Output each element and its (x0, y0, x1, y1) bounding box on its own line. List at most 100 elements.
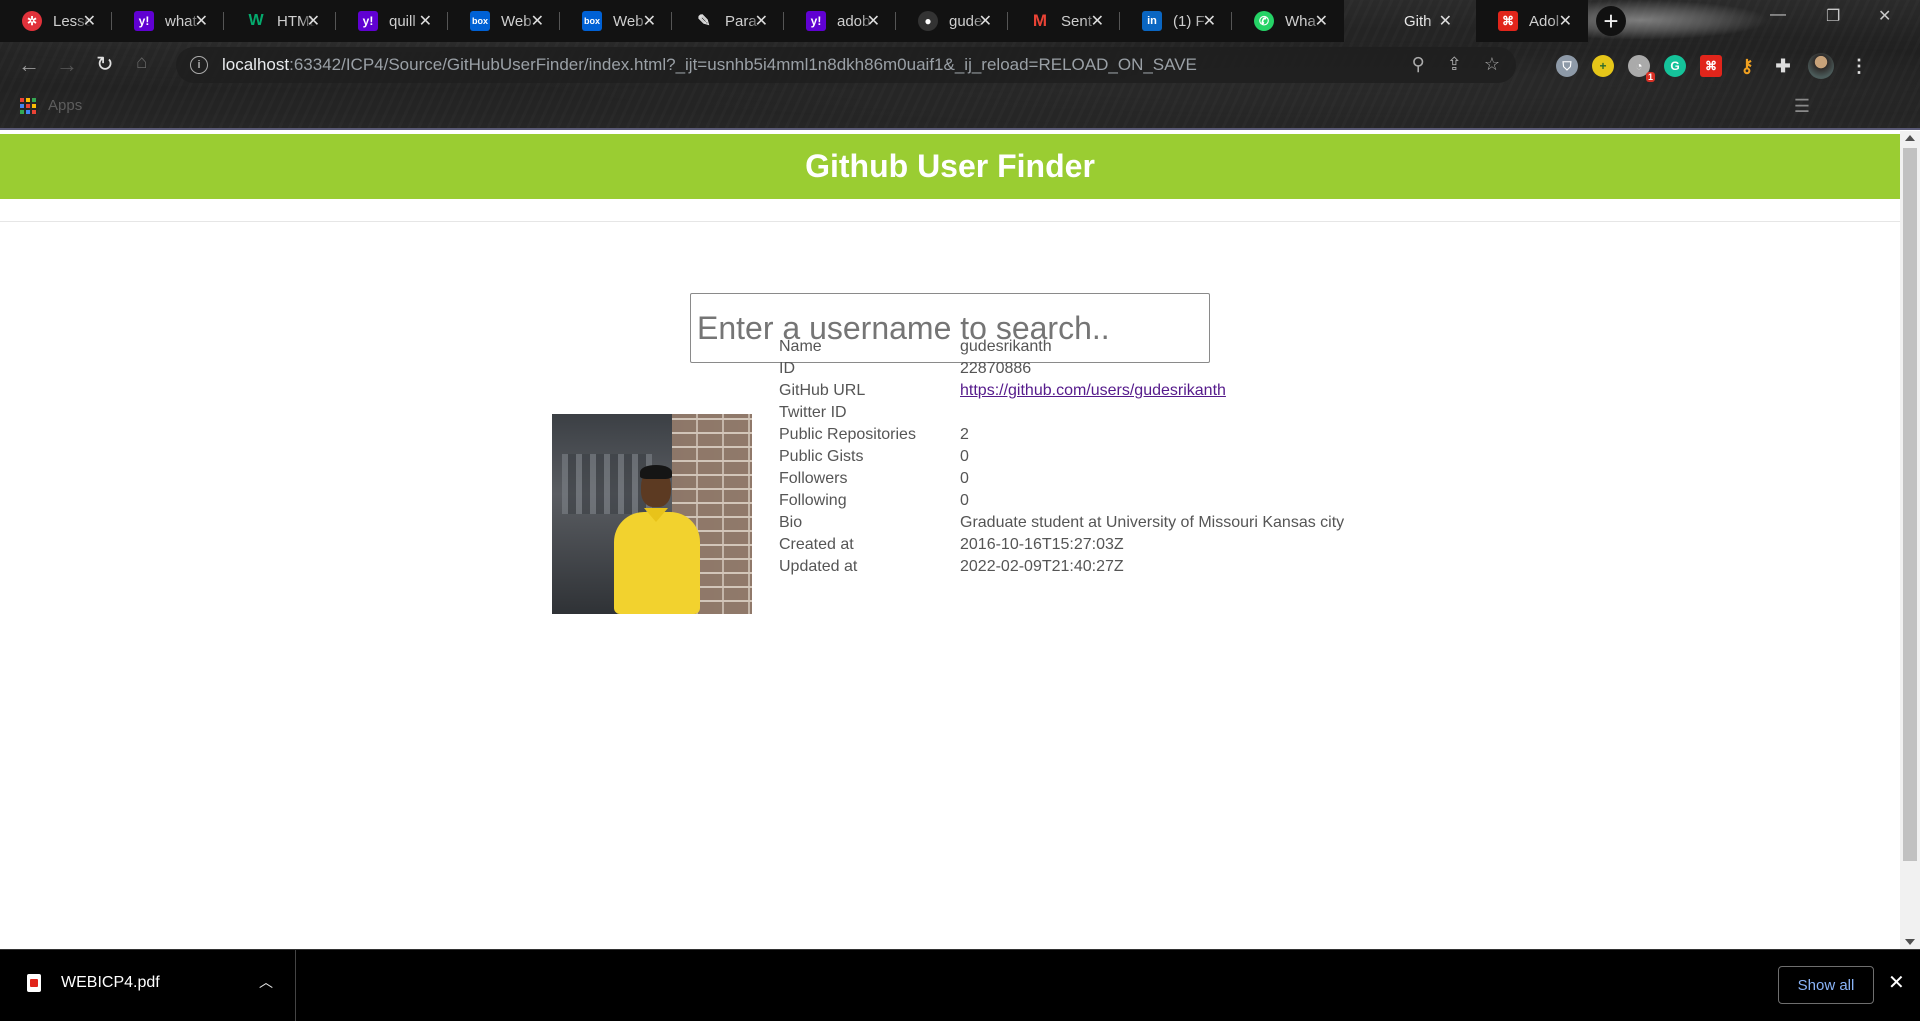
info-value-following: 0 (960, 492, 969, 509)
info-value-name: gudesrikanth (960, 338, 1052, 355)
close-window-icon[interactable]: ✕ (1878, 6, 1891, 26)
download-bar: WEBICP4.pdf ︿ Show all ✕ (0, 949, 1920, 1021)
new-tab-button[interactable]: + (1596, 6, 1626, 36)
close-icon[interactable]: ✕ (979, 11, 992, 31)
zoom-icon[interactable]: ⚲ (1412, 54, 1425, 75)
close-icon[interactable]: ✕ (1888, 970, 1905, 995)
info-label: Public Repositories (779, 426, 916, 443)
browser-toolbar: ← → ↻ ⌂ i localhost:63342/ICP4/Source/Gi… (0, 42, 1920, 88)
menu-dots-icon[interactable]: ⋮ (1848, 55, 1870, 77)
page-title: Github User Finder (805, 148, 1095, 184)
scroll-up-icon[interactable] (1905, 135, 1915, 141)
close-icon[interactable]: ✕ (643, 11, 656, 31)
browser-chrome: ✲ Lesson ✕ y! what ✕ W HTML ✕ y! quill ✕… (0, 0, 1920, 130)
info-label: Name (779, 338, 822, 355)
person-hair (640, 465, 672, 479)
profile-avatar[interactable] (1808, 53, 1834, 79)
info-label: GitHub URL (779, 382, 866, 399)
bookmark-star-icon[interactable]: ☆ (1484, 54, 1500, 75)
tab-label: Gith (1404, 12, 1432, 30)
avatar (552, 414, 752, 614)
w3-icon: W (248, 12, 264, 29)
apps-grid-icon[interactable] (20, 98, 36, 114)
tab-sent[interactable]: M Sent ✕ (1008, 0, 1120, 42)
gmail-icon: M (1032, 11, 1048, 30)
tab-quill[interactable]: y! quill ✕ (336, 0, 448, 42)
scroll-thumb[interactable] (1903, 148, 1917, 861)
info-value-created: 2016-10-16T15:27:03Z (960, 536, 1124, 553)
download-item[interactable]: WEBICP4.pdf ︿ (0, 950, 296, 1021)
close-icon[interactable]: ✕ (1439, 11, 1452, 31)
person-shirt (614, 512, 700, 614)
reading-list-icon[interactable]: ☰ (1794, 96, 1810, 117)
page-scrollbar[interactable] (1900, 131, 1920, 949)
whatsapp-icon: ✆ (1254, 11, 1274, 31)
site-info-icon[interactable]: i (190, 56, 208, 74)
close-icon[interactable]: ✕ (1559, 11, 1572, 31)
puzzle-icon[interactable]: ✚ (1772, 55, 1794, 77)
scroll-down-icon[interactable] (1905, 939, 1915, 945)
acrobat-extension-icon[interactable]: ⌘ (1700, 55, 1722, 77)
close-icon[interactable]: ✕ (867, 11, 880, 31)
acrobat-icon: ⌘ (1498, 11, 1518, 31)
key-extension-icon[interactable]: ⚷ (1736, 55, 1758, 77)
github-url-link[interactable]: https://github.com/users/gudesrikanth (960, 382, 1226, 399)
chevron-up-icon[interactable]: ︿ (259, 972, 273, 992)
tab-strip: ✲ Lesson ✕ y! what ✕ W HTML ✕ y! quill ✕… (0, 0, 1920, 42)
home-icon[interactable]: ⌂ (136, 52, 147, 74)
grammarly-icon[interactable]: G (1664, 55, 1686, 77)
pdf-file-icon (27, 974, 41, 992)
forward-icon[interactable]: → (56, 52, 78, 78)
info-label: Following (779, 492, 847, 509)
close-icon[interactable]: ✕ (1315, 11, 1328, 31)
minimize-icon[interactable]: — (1770, 6, 1786, 24)
show-all-button[interactable]: Show all (1778, 966, 1874, 1004)
share-icon[interactable]: ⇪ (1447, 54, 1462, 75)
info-label: Created at (779, 536, 854, 553)
info-label: ID (779, 360, 795, 377)
extension-badge-icon[interactable]: ◔ 1 (1628, 55, 1655, 82)
close-icon[interactable]: ✕ (755, 11, 768, 31)
close-icon[interactable]: ✕ (83, 11, 96, 31)
info-value-repos: 2 (960, 426, 969, 443)
divider (0, 221, 1900, 222)
info-label: Followers (779, 470, 848, 487)
download-file-name[interactable]: WEBICP4.pdf (61, 974, 160, 992)
close-icon[interactable]: ✕ (1091, 11, 1104, 31)
url-text[interactable]: localhost:63342/ICP4/Source/GitHubUserFi… (222, 55, 1197, 75)
back-icon[interactable]: ← (18, 52, 40, 78)
yahoo-icon: y! (358, 11, 378, 31)
chrome-divider (0, 128, 1920, 130)
close-icon[interactable]: ✕ (419, 11, 432, 31)
info-value-followers: 0 (960, 470, 969, 487)
page-content: Github User Finder Name gudesrikanth ID … (0, 131, 1900, 949)
bookmarks-bar: Apps ☰ (0, 88, 1920, 128)
tab-adob[interactable]: y! adob ✕ (784, 0, 896, 42)
tab-para[interactable]: ✎ Para ✕ (672, 0, 784, 42)
page-header: Github User Finder (0, 134, 1900, 199)
tab-adobe[interactable]: ⌘ Adol ✕ (1476, 0, 1588, 42)
tab-web-2[interactable]: box Web ✕ (560, 0, 672, 42)
tab-gude[interactable]: ● gude ✕ (896, 0, 1008, 42)
search-input[interactable] (690, 293, 1210, 363)
reload-icon[interactable]: ↻ (96, 52, 114, 77)
tab-html[interactable]: W HTML ✕ (224, 0, 336, 42)
tab-lesson[interactable]: ✲ Lesson ✕ (0, 0, 112, 42)
tab-what[interactable]: y! what ✕ (112, 0, 224, 42)
extensions-area: ⛉ + ◔ 1 G ⌘ ⚷ ✚ ⋮ (1556, 53, 1870, 82)
plus-extension-icon[interactable]: + (1592, 55, 1614, 77)
close-icon[interactable]: ✕ (1203, 11, 1216, 31)
close-icon[interactable]: ✕ (195, 11, 208, 31)
close-icon[interactable]: ✕ (531, 11, 544, 31)
apps-label[interactable]: Apps (48, 97, 82, 114)
close-icon[interactable]: ✕ (307, 11, 320, 31)
tab-whatsapp[interactable]: ✆ Wha ✕ (1232, 0, 1344, 42)
address-bar[interactable]: i localhost:63342/ICP4/Source/GitHubUser… (176, 47, 1516, 83)
info-value-updated: 2022-02-09T21:40:27Z (960, 558, 1124, 575)
restore-icon[interactable]: ❐ (1826, 6, 1840, 26)
canvas-icon: ✲ (22, 11, 42, 31)
tab-linkedin[interactable]: in (1) F ✕ (1120, 0, 1232, 42)
tab-web-1[interactable]: box Web ✕ (448, 0, 560, 42)
shield-extension-icon[interactable]: ⛉ (1556, 55, 1578, 77)
linkedin-icon: in (1142, 11, 1162, 31)
